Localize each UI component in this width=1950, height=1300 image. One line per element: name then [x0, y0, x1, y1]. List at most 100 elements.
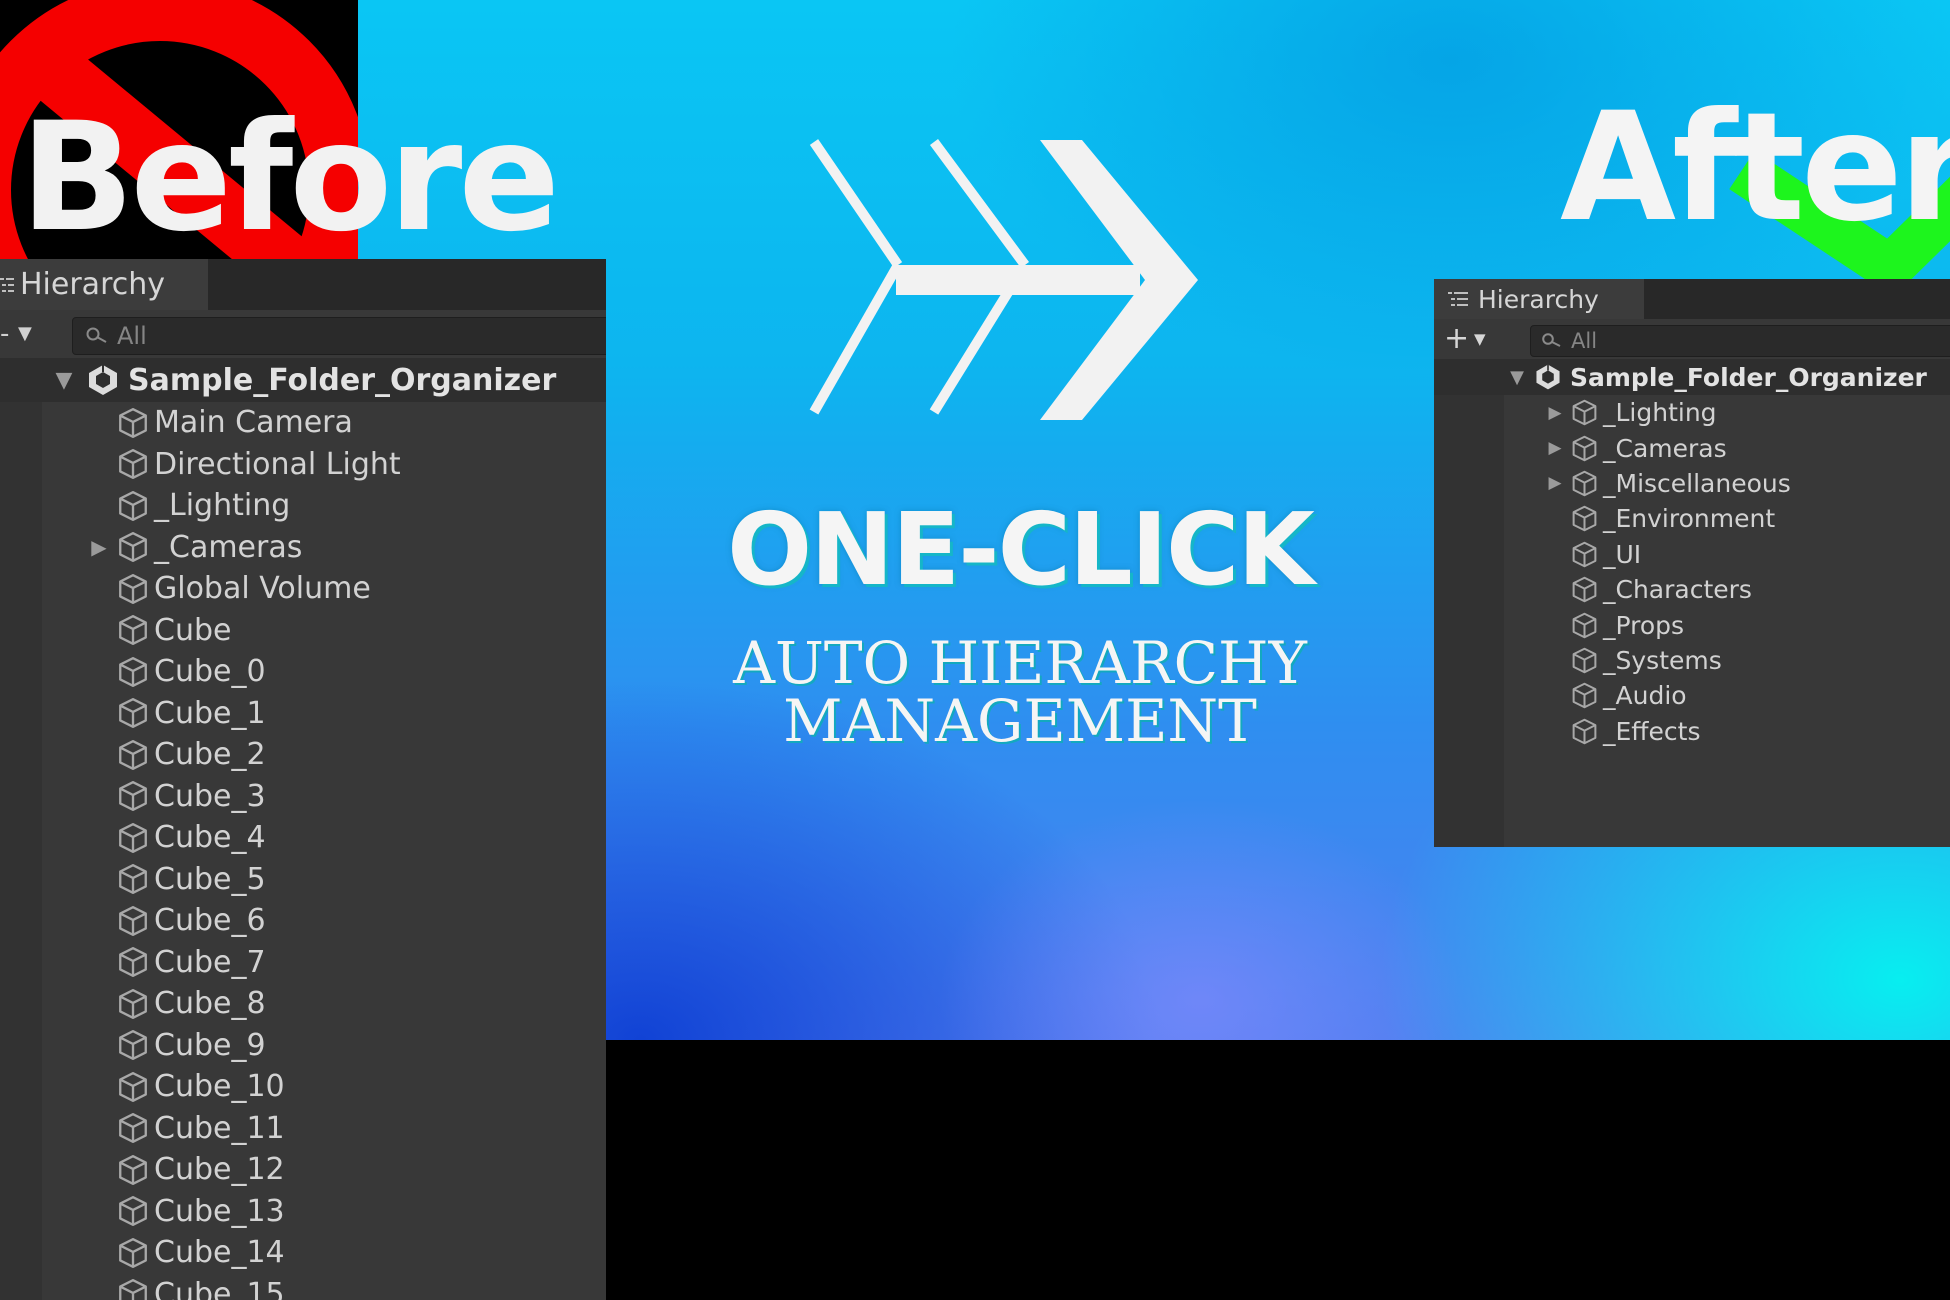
gameobject-icon-wrap: [1570, 540, 1599, 569]
hierarchy-item-label: _Environment: [1603, 504, 1776, 534]
gameobject-cube-icon: [119, 947, 147, 978]
gameobject-cube-icon: [119, 1196, 147, 1227]
hierarchy-item[interactable]: _Characters: [1434, 572, 1950, 607]
hierarchy-item[interactable]: Cube_7: [0, 942, 606, 984]
hierarchy-tab[interactable]: Hierarchy: [1434, 279, 1644, 319]
hierarchy-item[interactable]: Cube_3: [0, 776, 606, 818]
scene-root-row[interactable]: ▼ Sample_Folder_Organizer: [0, 358, 606, 402]
hierarchy-item[interactable]: Cube_9: [0, 1025, 606, 1067]
minus-plus-icon: -: [0, 319, 10, 349]
hierarchy-item-label: Cube_9: [154, 1027, 266, 1063]
gameobject-icon-wrap: [116, 530, 150, 564]
hierarchy-item[interactable]: ▶ _Miscellaneous: [1434, 466, 1950, 501]
hierarchy-item[interactable]: Cube_2: [0, 734, 606, 776]
hierarchy-item-label: _Miscellaneous: [1603, 468, 1791, 498]
gameobject-icon-wrap: [1570, 469, 1599, 498]
hierarchy-item[interactable]: Cube_6: [0, 900, 606, 942]
gameobject-cube-icon: [119, 449, 147, 480]
hierarchy-item[interactable]: _Lighting: [0, 485, 606, 527]
unity-scene-icon: [89, 365, 117, 395]
triangle-right-icon[interactable]: ▶: [1540, 403, 1570, 423]
create-dropdown-button[interactable]: + ▼: [1444, 323, 1504, 355]
search-input[interactable]: All: [72, 317, 606, 355]
hierarchy-item-label: Directional Light: [154, 446, 401, 482]
gameobject-cube-icon: [119, 698, 147, 729]
triangle-down-icon[interactable]: ▼: [44, 368, 84, 393]
hierarchy-item[interactable]: _Systems: [1434, 643, 1950, 678]
gameobject-cube-icon: [119, 573, 147, 604]
triangle-right-icon[interactable]: ▶: [1540, 473, 1570, 493]
hierarchy-item[interactable]: _Audio: [1434, 678, 1950, 713]
gameobject-icon-wrap: [116, 1153, 150, 1187]
gameobject-cube-icon: [119, 656, 147, 687]
hierarchy-item[interactable]: Cube_15: [0, 1274, 606, 1300]
hierarchy-item[interactable]: Cube: [0, 610, 606, 652]
scene-root-row[interactable]: ▼ Sample_Folder_Organizer: [1434, 359, 1950, 395]
scene-root-label: Sample_Folder_Organizer: [128, 362, 557, 398]
gameobject-icon-wrap: [116, 572, 150, 606]
hierarchy-item[interactable]: Cube_12: [0, 1149, 606, 1191]
hierarchy-item[interactable]: Cube_0: [0, 651, 606, 693]
hierarchy-item[interactable]: _Environment: [1434, 501, 1950, 536]
hierarchy-item[interactable]: Cube_8: [0, 983, 606, 1025]
create-dropdown-button[interactable]: - ▼: [0, 319, 44, 349]
gameobject-icon-wrap: [116, 447, 150, 481]
hierarchy-item-label: _Cameras: [1603, 433, 1727, 463]
hierarchy-item[interactable]: Cube_14: [0, 1232, 606, 1274]
hierarchy-item[interactable]: ▶ _Cameras: [1434, 430, 1950, 465]
hierarchy-item-label: Cube_15: [154, 1276, 285, 1300]
triangle-right-icon[interactable]: ▶: [82, 535, 116, 559]
hierarchy-item[interactable]: _Effects: [1434, 714, 1950, 749]
hierarchy-list-icon: [1448, 292, 1468, 306]
hierarchy-item[interactable]: Directional Light: [0, 444, 606, 486]
hierarchy-item-label: _UI: [1603, 539, 1642, 569]
hierarchy-rows-before: Main Camera Directional Light _Lighting ▶ _C…: [0, 402, 606, 1300]
hierarchy-tab-label: Hierarchy: [20, 267, 166, 302]
before-title: Before: [20, 91, 560, 265]
hierarchy-item[interactable]: _UI: [1434, 537, 1950, 572]
gameobject-cube-icon: [119, 1279, 147, 1300]
gameobject-icon-wrap: [116, 1028, 150, 1062]
hierarchy-item[interactable]: Cube_4: [0, 817, 606, 859]
gameobject-icon-wrap: [116, 904, 150, 938]
hierarchy-item-label: Cube_14: [154, 1235, 285, 1271]
hierarchy-item-label: _Lighting: [1603, 398, 1717, 428]
hierarchy-item-label: Cube_11: [154, 1110, 285, 1146]
hierarchy-item[interactable]: Cube_11: [0, 1108, 606, 1150]
hierarchy-item-label: Cube_13: [154, 1193, 285, 1229]
triangle-down-icon: ▼: [18, 323, 32, 344]
hierarchy-item-label: Cube: [154, 612, 232, 648]
hierarchy-item[interactable]: ▶ _Cameras: [0, 527, 606, 569]
gameobject-icon-wrap: [1570, 398, 1599, 427]
search-placeholder: All: [1571, 329, 1598, 353]
hierarchy-item[interactable]: ▶ _Lighting: [1434, 395, 1950, 430]
scene-root-label: Sample_Folder_Organizer: [1570, 362, 1927, 392]
hierarchy-item[interactable]: Main Camera: [0, 402, 606, 444]
gameobject-cube-icon: [119, 615, 147, 646]
gameobject-cube-icon: [1572, 647, 1597, 674]
gameobject-cube-icon: [1572, 506, 1597, 532]
gameobject-cube-icon: [1572, 718, 1597, 745]
triangle-down-icon[interactable]: ▼: [1502, 367, 1532, 388]
unity-scene-icon: [1536, 364, 1560, 390]
triangle-right-icon[interactable]: ▶: [1540, 438, 1570, 458]
gameobject-icon-wrap: [116, 862, 150, 896]
hierarchy-item[interactable]: _Props: [1434, 607, 1950, 642]
hierarchy-item-label: Cube_5: [154, 861, 266, 897]
hierarchy-tab[interactable]: Hierarchy: [0, 259, 208, 310]
hierarchy-item[interactable]: Cube_13: [0, 1191, 606, 1233]
hierarchy-item[interactable]: Cube_10: [0, 1066, 606, 1108]
gameobject-cube-icon: [1572, 576, 1597, 603]
hierarchy-item[interactable]: Cube_5: [0, 859, 606, 901]
gameobject-cube-icon: [119, 490, 147, 521]
hierarchy-item[interactable]: Global Volume: [0, 568, 606, 610]
gameobject-cube-icon: [119, 1113, 147, 1144]
hierarchy-item-label: Main Camera: [154, 405, 353, 441]
gameobject-cube-icon: [1572, 470, 1597, 497]
hierarchy-item[interactable]: Cube_1: [0, 693, 606, 735]
search-icon: [86, 327, 107, 343]
hierarchy-item-label: _Effects: [1603, 716, 1701, 746]
search-input[interactable]: All: [1530, 325, 1950, 357]
hierarchy-item-label: Cube_12: [154, 1152, 285, 1188]
gameobject-icon-wrap: [116, 821, 150, 855]
